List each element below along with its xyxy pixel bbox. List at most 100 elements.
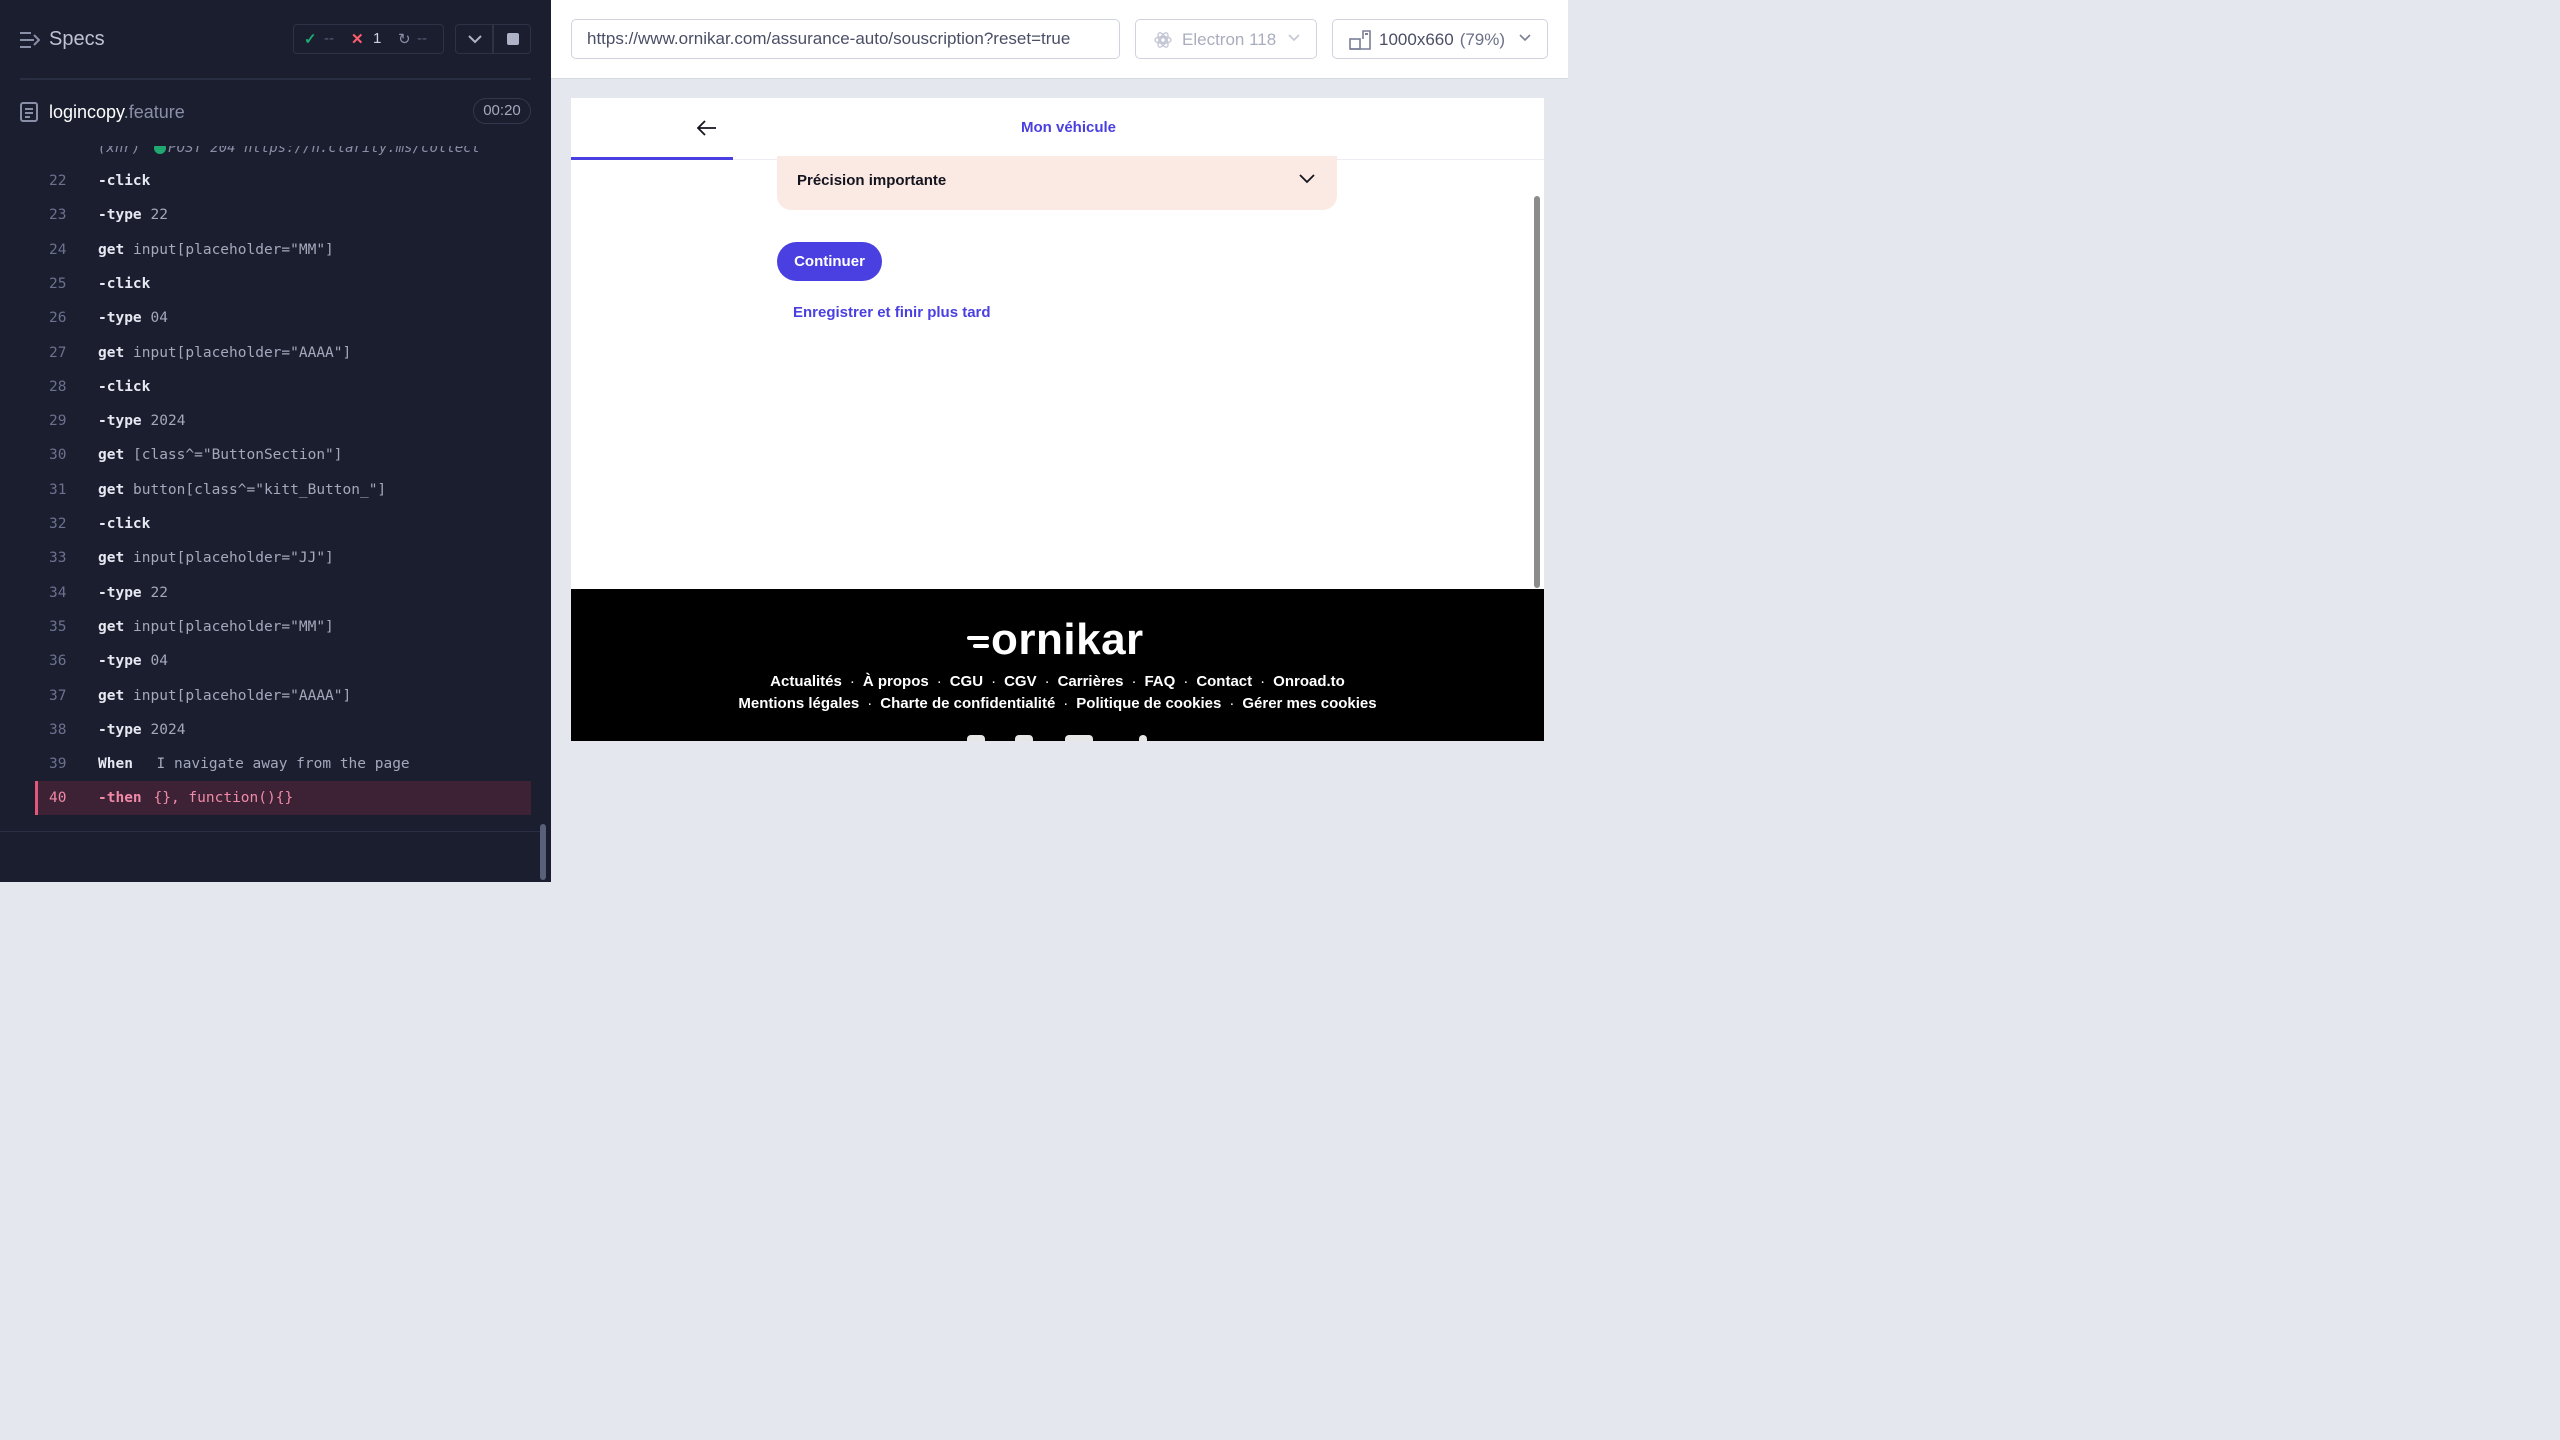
command-name: -then [98, 790, 142, 807]
footer-link[interactable]: CGV [1004, 673, 1037, 690]
command-argument: 04 [150, 653, 168, 670]
command-row[interactable]: 40 -then {}, function(){} [35, 781, 531, 816]
stop-button[interactable] [493, 24, 531, 54]
continue-button[interactable]: Continuer [777, 242, 882, 281]
line-number: 24 [49, 241, 67, 258]
command-name: get [98, 241, 125, 258]
footer-link[interactable]: Carrières [1058, 673, 1124, 690]
social-icon[interactable] [967, 735, 985, 741]
link-separator: · [1063, 695, 1069, 712]
link-separator: · [1131, 673, 1137, 690]
command-argument: 2024 [150, 721, 186, 738]
link-separator: · [991, 673, 997, 690]
page-scrollbar[interactable] [1534, 196, 1540, 588]
chevron-down-icon [1519, 34, 1531, 42]
command-row[interactable]: 29 -type 2024 [35, 404, 531, 438]
command-row[interactable]: 33 get input[placeholder="JJ"] [35, 541, 531, 575]
line-number: 25 [49, 275, 67, 292]
footer-link[interactable]: Charte de confidentialité [880, 695, 1055, 712]
command-argument: 2024 [150, 413, 186, 430]
command-argument: button[class^="kitt_Button_"] [133, 481, 387, 498]
specs-menu-icon[interactable] [20, 31, 40, 49]
line-number: 28 [49, 378, 67, 395]
check-icon: ✓ [304, 31, 317, 48]
line-number: 35 [49, 618, 67, 635]
browser-selector[interactable]: Electron 118 [1135, 19, 1317, 59]
browser-pane: https://www.ornikar.com/assurance-auto/s… [551, 0, 1568, 882]
command-row[interactable]: 36 -type 04 [35, 644, 531, 678]
command-log[interactable]: (xhr) POST 204 https://n.clarity.ms/colle… [0, 146, 551, 832]
command-name: -type [98, 653, 142, 670]
command-name: get [98, 344, 125, 361]
command-row[interactable]: 23 -type 22 [35, 198, 531, 232]
line-number: 27 [49, 344, 67, 361]
chevron-down-icon [1299, 174, 1315, 184]
command-argument: 04 [150, 310, 168, 327]
command-row[interactable]: 32 -click [35, 507, 531, 541]
link-separator: · [1260, 673, 1266, 690]
electron-icon [1154, 32, 1172, 48]
line-number: 26 [49, 310, 67, 327]
logo-wordmark: ornikar [991, 615, 1144, 664]
social-icon[interactable] [1015, 735, 1033, 741]
logo-mark [973, 644, 989, 648]
command-row[interactable]: 37 get input[placeholder="AAAA"] [35, 679, 531, 713]
footer-link[interactable]: CGU [950, 673, 983, 690]
precision-accordion[interactable]: Précision importante [777, 156, 1337, 210]
command-argument: 22 [150, 207, 168, 224]
command-row[interactable]: 38 -type 2024 [35, 713, 531, 747]
line-number: 22 [49, 173, 67, 189]
save-later-link[interactable]: Enregistrer et finir plus tard [793, 304, 991, 321]
xhr-text: POST 204 https://n.clarity.ms/collect [168, 146, 481, 156]
precision-label: Précision importante [797, 172, 947, 189]
command-row[interactable]: 27 get input[placeholder="AAAA"] [35, 336, 531, 370]
command-row[interactable]: 28 -click [35, 370, 531, 404]
command-row[interactable]: 39 When I navigate away from the page [35, 747, 531, 781]
command-name: -type [98, 584, 142, 601]
command-log-scrollbar[interactable] [540, 824, 546, 880]
viewport-selector[interactable]: 1000x660 (79%) [1332, 19, 1548, 59]
line-number: 40 [49, 790, 67, 807]
browser-engine-label: Electron 118 [1182, 30, 1277, 49]
command-name: get [98, 550, 125, 567]
command-row[interactable]: 26 -type 04 [35, 301, 531, 335]
step-title: Mon véhicule [1020, 119, 1117, 136]
footer-link[interactable]: Onroad.to [1273, 673, 1345, 690]
footer-link[interactable]: Gérer mes cookies [1242, 695, 1376, 712]
stop-icon [507, 33, 519, 45]
spec-file-row[interactable]: logincopy.feature 00:20 [0, 92, 551, 132]
line-number: 38 [49, 721, 67, 738]
footer-link[interactable]: FAQ [1144, 673, 1175, 690]
command-row[interactable]: 22 -click [35, 164, 531, 198]
line-number: 30 [49, 447, 67, 464]
command-row[interactable]: 25 -click [35, 267, 531, 301]
command-row[interactable]: 30 get [class^="ButtonSection"] [35, 438, 531, 472]
command-log-partial-row: (xhr) POST 204 https://n.clarity.ms/colle… [98, 146, 480, 156]
link-separator: · [1183, 673, 1189, 690]
command-row[interactable]: 31 get button[class^="kitt_Button_"] [35, 473, 531, 507]
footer-link[interactable]: Actualités [770, 673, 842, 690]
chevron-down-icon [1288, 34, 1300, 42]
footer-link[interactable]: À propos [863, 673, 929, 690]
command-row[interactable]: 34 -type 22 [35, 576, 531, 610]
social-icon[interactable] [1065, 735, 1093, 741]
command-row[interactable]: 24 get input[placeholder="MM"] [35, 233, 531, 267]
command-argument: {}, function(){} [153, 790, 294, 807]
footer-link[interactable]: Mentions légales [738, 695, 859, 712]
footer-link[interactable]: Politique de cookies [1076, 695, 1221, 712]
specs-title[interactable]: Specs [49, 28, 105, 51]
footer-link[interactable]: Contact [1196, 673, 1252, 690]
ornikar-logo[interactable]: ornikar [967, 615, 1147, 664]
command-row[interactable]: 35 get input[placeholder="MM"] [35, 610, 531, 644]
command-name: get [98, 481, 125, 498]
command-name: -click [98, 378, 151, 395]
url-field[interactable]: https://www.ornikar.com/assurance-auto/s… [571, 19, 1120, 59]
command-name: -type [98, 413, 142, 430]
browser-toolbar: https://www.ornikar.com/assurance-auto/s… [551, 0, 1568, 79]
footer-links-secondary: Mentions légales · Charte de confidentiali… [571, 695, 1544, 712]
social-icon[interactable] [1139, 735, 1147, 741]
collapse-button[interactable] [455, 24, 493, 54]
command-name: get [98, 447, 125, 464]
footer-links-primary: Actualités · À propos · CGU · CGV · Carrières · FA… [571, 673, 1544, 690]
failed-count: 1 [373, 30, 382, 47]
